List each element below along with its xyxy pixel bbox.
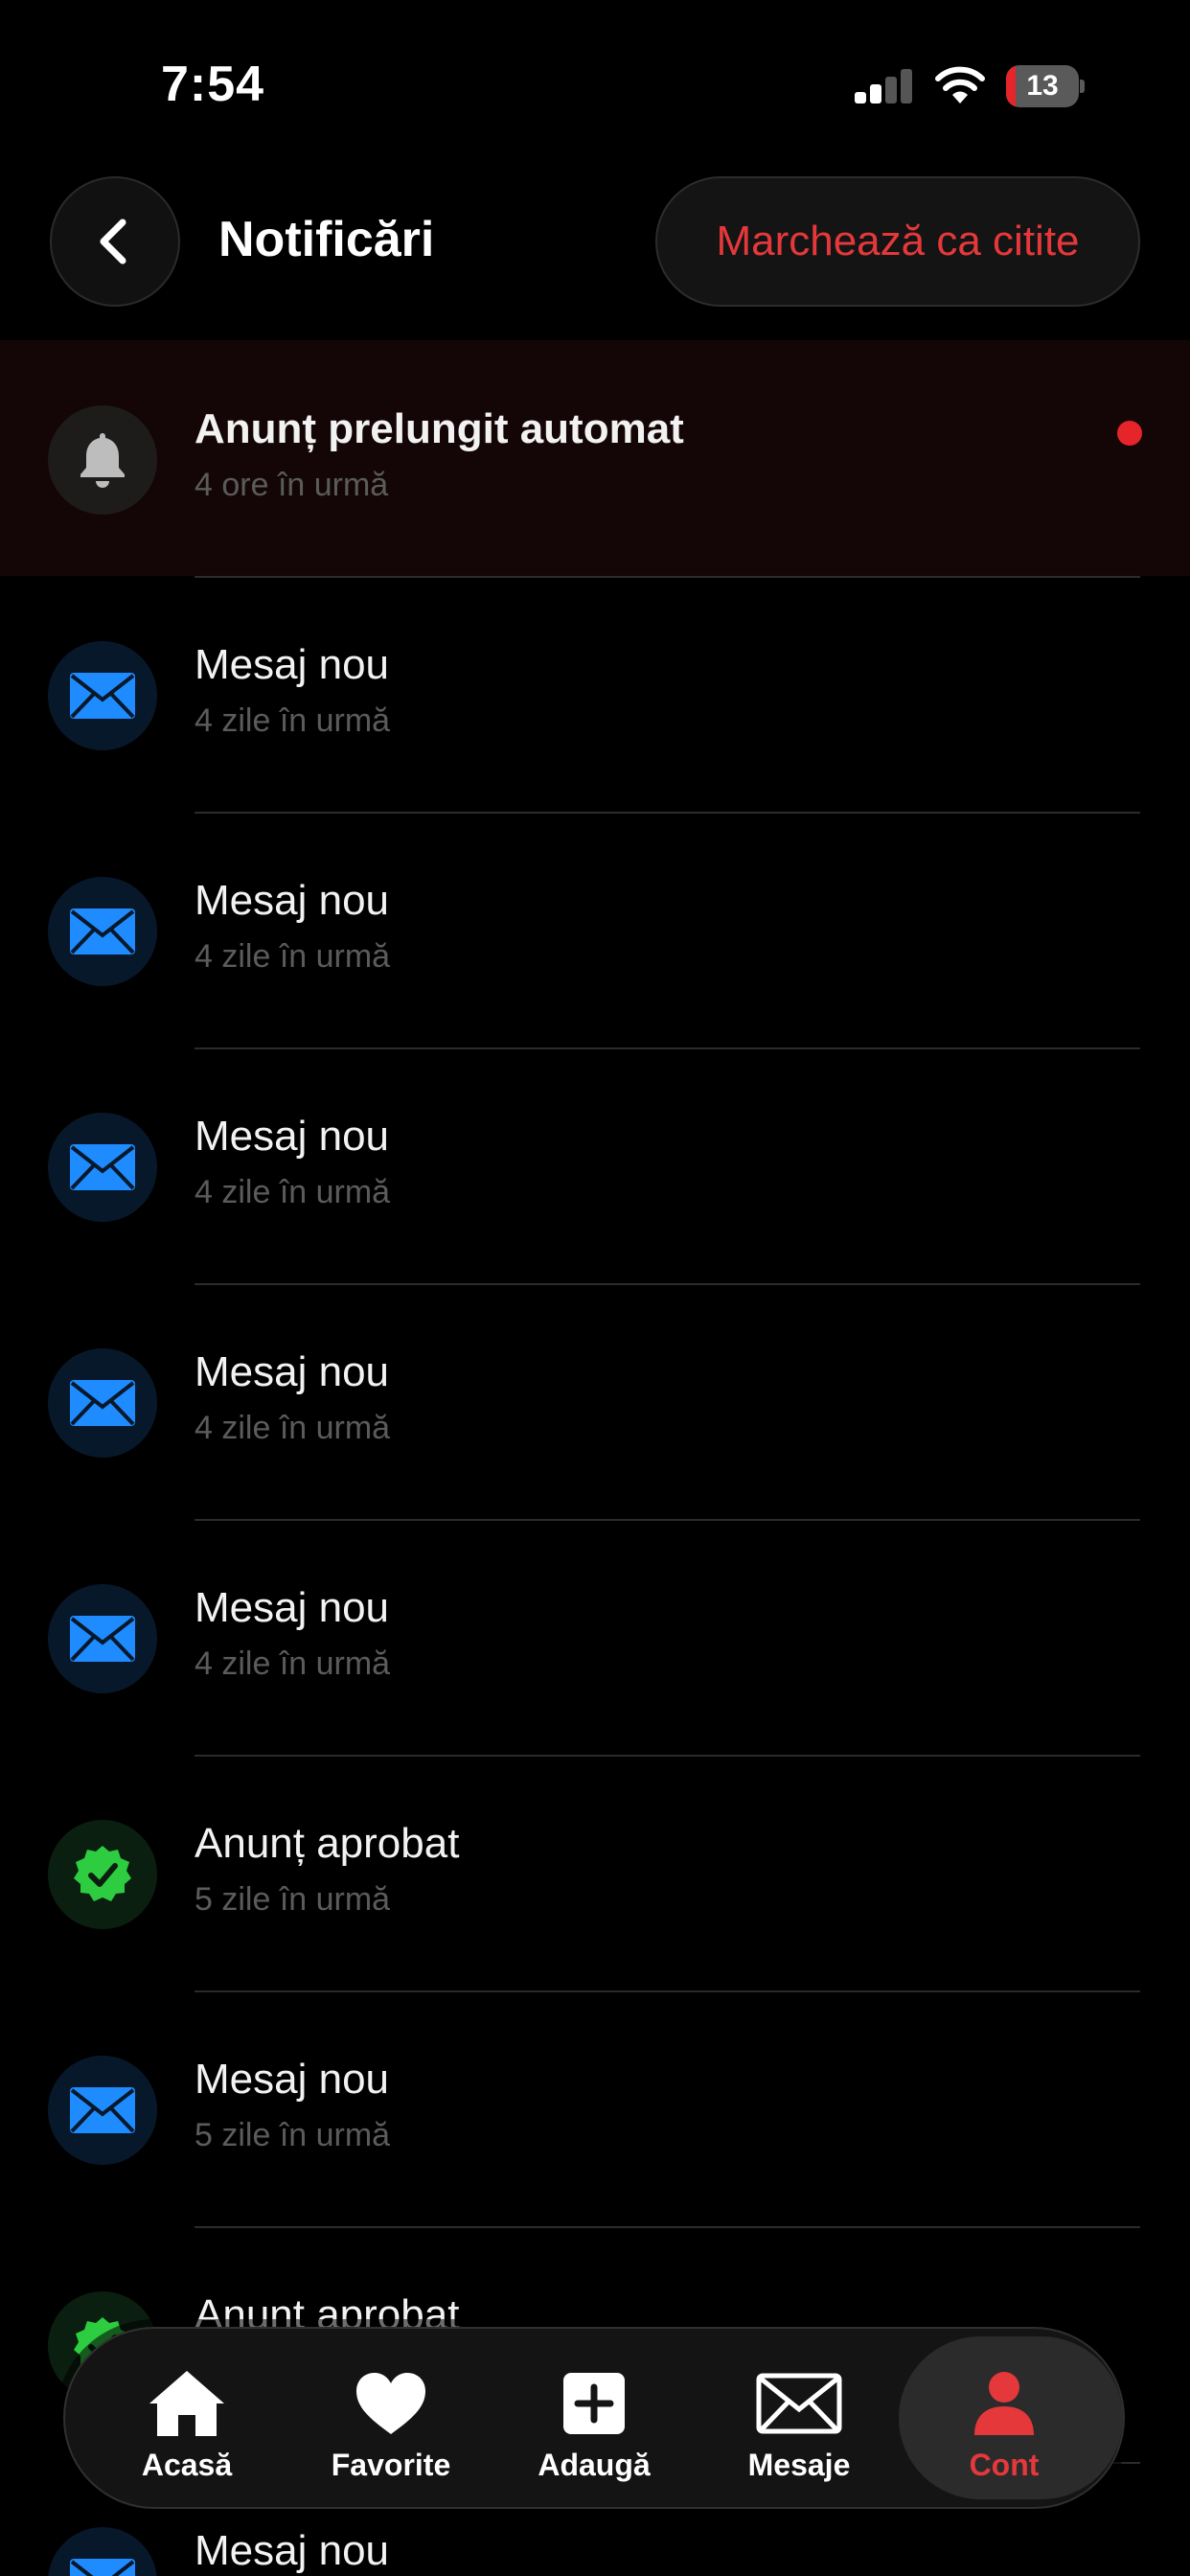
tab-label: Acasă — [141, 2448, 233, 2482]
tab-label: Cont — [969, 2448, 1040, 2482]
notification-row[interactable]: Mesaj nou 4 zile în urmă — [0, 1047, 1190, 1283]
back-button[interactable] — [50, 176, 180, 307]
envelope-icon — [48, 1348, 157, 1458]
envelope-icon — [756, 2365, 842, 2442]
notification-row[interactable]: Mesaj nou 4 zile în urmă — [0, 576, 1190, 812]
battery-level: 13 — [1026, 70, 1059, 102]
heart-icon — [348, 2365, 434, 2442]
page-title: Notificări — [218, 212, 435, 267]
envelope-icon — [48, 877, 157, 986]
notification-title: Mesaj nou — [195, 641, 390, 688]
tab-favorite[interactable]: Favorite — [289, 2329, 492, 2507]
notification-title: Mesaj nou — [195, 1348, 390, 1395]
verified-badge-icon — [48, 1820, 157, 1929]
divider — [195, 1519, 1140, 1521]
tab-label: Adaugă — [538, 2448, 651, 2482]
status-bar: 7:54 13 — [0, 0, 1190, 144]
divider — [195, 1047, 1140, 1049]
notification-title: Anunț aprobat — [195, 1820, 460, 1867]
notification-row[interactable]: Anunț prelungit automat 4 ore în urmă — [0, 340, 1190, 576]
battery-icon: 13 — [1006, 65, 1085, 107]
envelope-icon — [48, 1584, 157, 1693]
notification-time: 4 ore în urmă — [195, 467, 389, 503]
notification-title: Mesaj nou — [195, 1584, 390, 1631]
plus-square-icon — [551, 2365, 637, 2442]
notification-title: Anunț prelungit automat — [195, 405, 684, 452]
tab-acasa[interactable]: Acasă — [85, 2329, 288, 2507]
tab-adauga[interactable]: Adaugă — [492, 2329, 696, 2507]
notification-title: Mesaj nou — [195, 2527, 390, 2574]
status-time: 7:54 — [161, 57, 265, 112]
notification-time: 4 zile în urmă — [195, 1410, 391, 1446]
chevron-left-icon — [100, 218, 126, 264]
notification-row[interactable]: Mesaj nou 4 zile în urmă — [0, 812, 1190, 1047]
tab-label: Favorite — [331, 2448, 451, 2482]
notification-title: Mesaj nou — [195, 877, 390, 924]
cellular-signal-icon — [853, 67, 916, 105]
divider — [195, 576, 1140, 578]
notification-title: Mesaj nou — [195, 2056, 390, 2103]
envelope-icon — [48, 2056, 157, 2165]
notification-title: Mesaj nou — [195, 1113, 390, 1160]
notification-time: 4 zile în urmă — [195, 938, 391, 975]
divider — [195, 1283, 1140, 1285]
envelope-icon — [48, 2527, 157, 2576]
header: Notificări Marchează ca citite — [0, 144, 1190, 340]
tab-label: Mesaje — [747, 2448, 851, 2482]
divider — [195, 1755, 1140, 1757]
notification-time: 5 zile în urmă — [195, 1881, 391, 1918]
tab-bar: Acasă Favorite Adaugă Mesaje Cont — [63, 2327, 1125, 2509]
notification-row[interactable]: Mesaj nou 4 zile în urmă — [0, 1283, 1190, 1519]
bell-icon — [48, 405, 157, 515]
divider — [195, 2226, 1140, 2228]
home-icon — [144, 2365, 230, 2442]
notification-time: 5 zile în urmă — [195, 2117, 391, 2153]
notification-list: Anunț prelungit automat 4 ore în urmă Mesa… — [0, 340, 1190, 2576]
unread-dot — [1117, 421, 1142, 446]
divider — [195, 1990, 1140, 1992]
envelope-icon — [48, 1113, 157, 1222]
person-icon — [961, 2365, 1047, 2442]
wifi-icon — [934, 63, 986, 105]
mark-all-read-button[interactable]: Marchează ca citite — [655, 176, 1140, 307]
notification-row[interactable]: Anunț aprobat 5 zile în urmă — [0, 1755, 1190, 1990]
tab-mesaje[interactable]: Mesaje — [698, 2329, 901, 2507]
divider — [195, 812, 1140, 814]
tab-cont[interactable]: Cont — [899, 2329, 1123, 2507]
notification-time: 4 zile în urmă — [195, 1645, 391, 1682]
notification-time: 4 zile în urmă — [195, 702, 391, 739]
notification-time: 4 zile în urmă — [195, 1174, 391, 1210]
notification-row[interactable]: Mesaj nou 5 zile în urmă — [0, 1990, 1190, 2226]
notification-row[interactable]: Mesaj nou 4 zile în urmă — [0, 1519, 1190, 1755]
envelope-icon — [48, 641, 157, 750]
